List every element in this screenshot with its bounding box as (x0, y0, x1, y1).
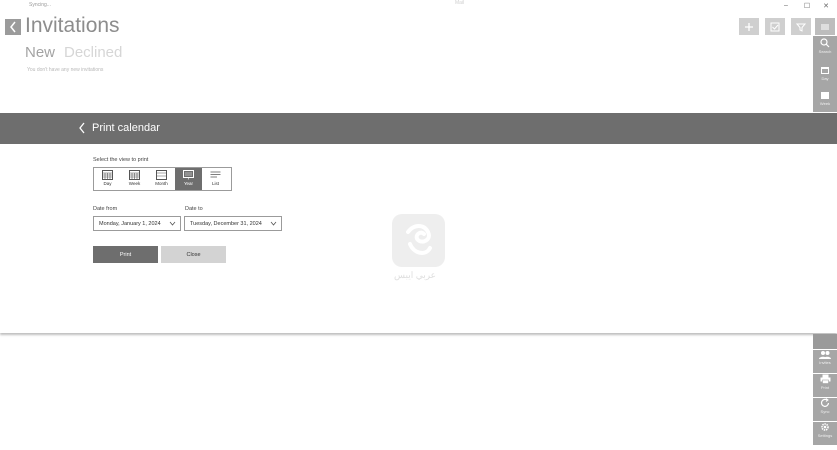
empty-message: You don't have any new invitations (27, 67, 104, 73)
rail-print-label: Print (820, 385, 830, 390)
rail-print[interactable]: Print (813, 374, 837, 397)
gear-icon (821, 423, 829, 431)
view-selector: Day Week Month Year List (93, 167, 232, 191)
date-to-select[interactable]: Tuesday, December 31, 2024 (184, 216, 282, 231)
close-window-button[interactable]: ✕ (820, 2, 832, 10)
rail-search-label: Search (818, 49, 832, 54)
rail-sync[interactable]: Sync (813, 398, 837, 421)
list-view-icon (210, 171, 221, 178)
day-icon (821, 67, 829, 74)
plus-icon (745, 22, 753, 31)
watermark-logo (392, 214, 445, 267)
dialog-back-icon[interactable] (77, 121, 87, 135)
filter-button[interactable] (791, 18, 811, 35)
month-view-icon (156, 170, 167, 180)
date-from-select[interactable]: Monday, January 1, 2024 (93, 216, 181, 231)
view-option-day-label: Day (103, 181, 112, 186)
print-button[interactable]: Print (93, 246, 158, 263)
week-icon (821, 92, 829, 99)
view-option-week-label: Week (128, 181, 141, 186)
select-check-icon (770, 22, 780, 31)
view-option-month-label: Month (155, 181, 168, 186)
hamburger-menu-icon (821, 24, 829, 29)
rail-sync-label: Sync (820, 409, 830, 414)
chevron-down-icon (270, 221, 277, 226)
rail-settings-label: Settings (817, 433, 833, 438)
printer-icon (820, 374, 830, 384)
view-option-day[interactable]: Day (94, 168, 121, 190)
filter-icon (796, 23, 806, 32)
rail-search[interactable]: Search (813, 38, 837, 61)
tab-declined[interactable]: Declined (64, 44, 122, 61)
page-title: Invitations (25, 14, 120, 37)
chevron-left-icon (10, 21, 16, 33)
dialog-title: Print calendar (92, 122, 160, 134)
back-button[interactable] (5, 19, 21, 35)
rail-settings[interactable]: Settings (813, 422, 837, 445)
close-button[interactable]: Close (161, 246, 226, 263)
maximize-button[interactable]: ☐ (801, 2, 813, 10)
view-option-list[interactable]: List (202, 168, 229, 190)
date-to-label: Date to (185, 206, 203, 212)
rail-week-label: Week (819, 101, 831, 106)
watermark-text: عربي ايبس (394, 270, 437, 280)
view-option-year-label: Year (183, 181, 194, 186)
week-view-icon (129, 170, 140, 180)
select-button[interactable] (765, 18, 785, 35)
app-name: Mail (455, 0, 465, 6)
nav-rail-bottom-top (813, 334, 837, 349)
view-option-month[interactable]: Month (148, 168, 175, 190)
view-option-list-label: List (211, 181, 219, 186)
minimize-button[interactable]: – (780, 2, 792, 9)
rail-day[interactable]: Day (813, 66, 837, 89)
date-from-label: Date from (93, 206, 118, 212)
sync-icon (820, 398, 830, 407)
view-option-year[interactable]: Year (175, 168, 202, 190)
chevron-down-icon (169, 221, 176, 226)
menu-button[interactable] (815, 18, 835, 35)
date-to-value: Tuesday, December 31, 2024 (190, 220, 262, 227)
people-icon (819, 351, 831, 359)
rail-invites-label: Invites (819, 360, 831, 365)
view-option-week[interactable]: Week (121, 168, 148, 190)
rail-day-label: Day (821, 76, 829, 81)
year-view-icon (183, 170, 194, 180)
sync-status: Syncing... (29, 2, 51, 8)
rail-week[interactable]: Week (813, 91, 837, 114)
view-label: Select the view to print (93, 157, 149, 163)
tab-new[interactable]: New (25, 44, 55, 61)
rail-invites[interactable]: Invites (813, 350, 837, 373)
search-icon (820, 38, 830, 48)
add-button[interactable] (739, 18, 759, 35)
day-view-icon (102, 170, 113, 180)
date-from-value: Monday, January 1, 2024 (99, 220, 161, 227)
